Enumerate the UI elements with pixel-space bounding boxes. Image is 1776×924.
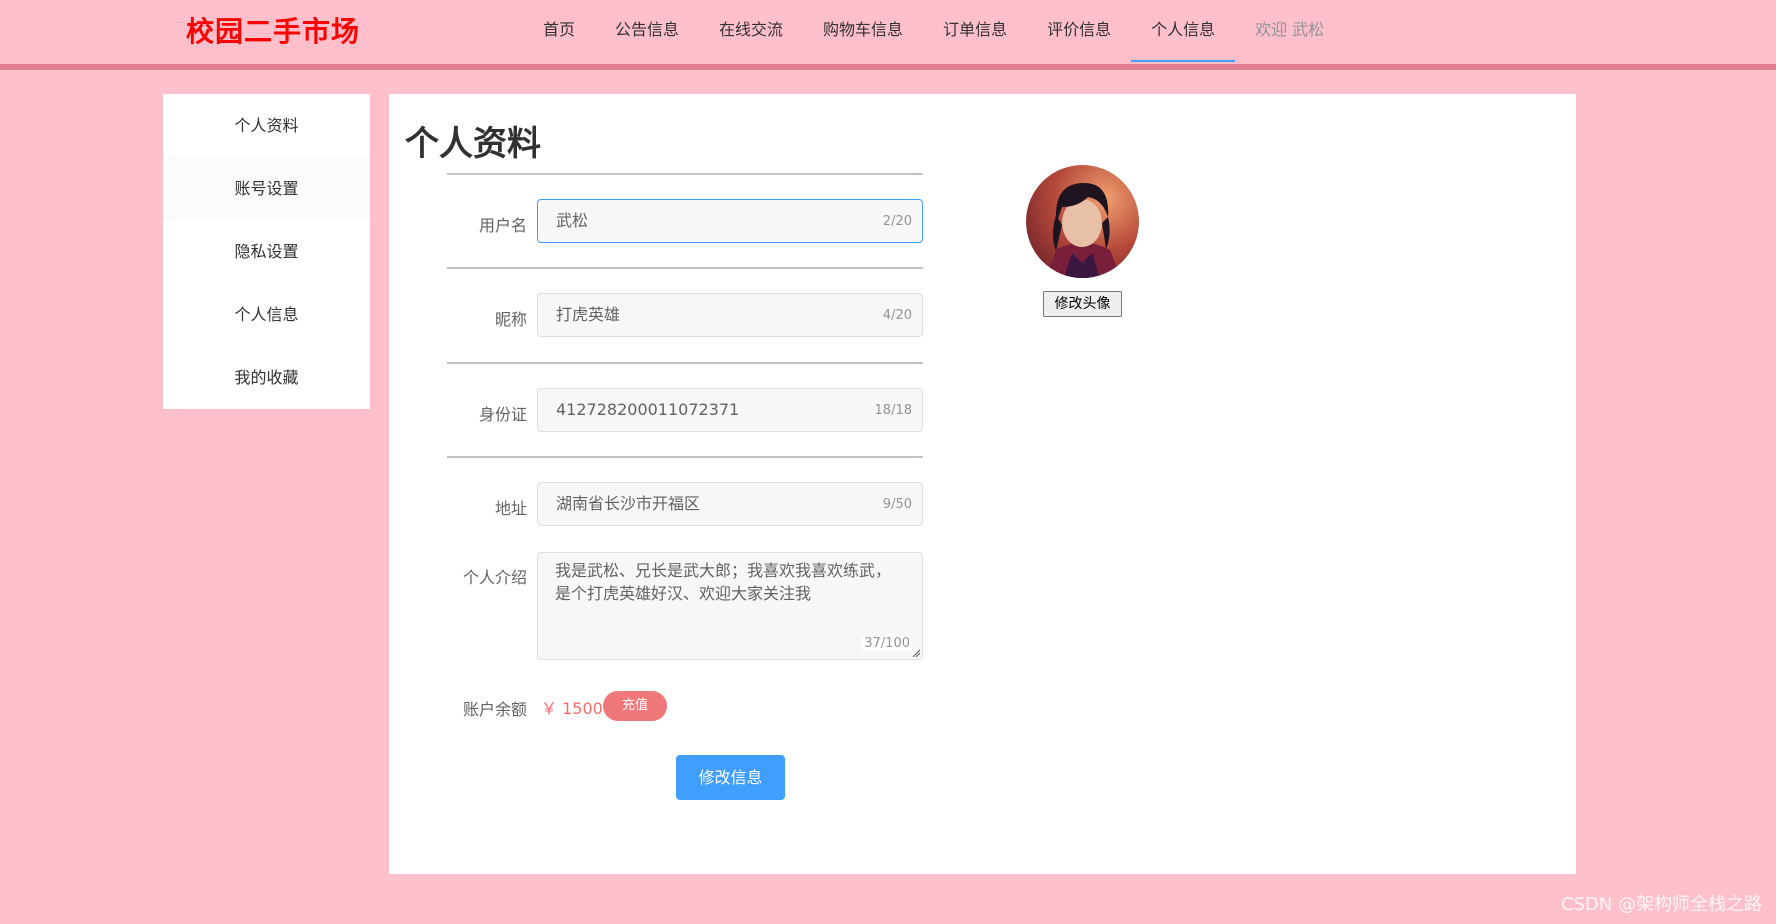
address-value: 湖南省长沙市开福区	[556, 494, 701, 513]
nav-orders[interactable]: 订单信息	[923, 0, 1027, 62]
address-label: 地址	[494, 499, 527, 518]
intro-value: 我是武松、兄长是武大郎；我喜欢我喜欢练武，是个打虎英雄好汉、欢迎大家关注我	[555, 561, 892, 603]
address-input[interactable]: 湖南省长沙市开福区 9/50	[537, 482, 923, 526]
id-card-input[interactable]: 412728200011072371 18/18	[537, 388, 923, 432]
nickname-label: 昵称	[494, 310, 527, 329]
site-logo-text[interactable]: 校园二手市场	[186, 10, 360, 50]
section-divider	[447, 173, 923, 175]
id-card-char-count: 18/18	[874, 403, 912, 418]
nav-announcements[interactable]: 公告信息	[595, 0, 699, 62]
nickname-value: 打虎英雄	[556, 305, 621, 324]
page-title: 个人资料	[405, 124, 541, 164]
nav-reviews[interactable]: 评价信息	[1027, 0, 1131, 62]
section-divider	[447, 456, 923, 458]
section-divider	[447, 362, 923, 364]
change-avatar-button[interactable]: 修改头像	[1043, 291, 1122, 317]
nav-personal-info[interactable]: 个人信息	[1131, 0, 1236, 62]
sidebar-item-personal-info[interactable]: 个人信息	[163, 283, 370, 346]
welcome-user[interactable]: 欢迎 武松	[1235, 0, 1344, 62]
balance-label: 账户余额	[462, 700, 527, 719]
watermark: CSDN @架构师全栈之路	[1560, 894, 1762, 915]
avatar	[1026, 165, 1139, 278]
username-input[interactable]: 武松 2/20	[537, 199, 923, 243]
nav-chat[interactable]: 在线交流	[699, 0, 803, 62]
nickname-char-count: 4/20	[882, 308, 912, 323]
sidebar-menu: 个人资料 账号设置 隐私设置 个人信息 我的收藏	[163, 94, 370, 409]
top-navbar: 校园二手市场 首页 公告信息 在线交流 购物车信息 订单信息 评价信息 个人信息…	[0, 0, 1776, 64]
update-info-button[interactable]: 修改信息	[676, 755, 785, 800]
main-nav: 首页 公告信息 在线交流 购物车信息 订单信息 评价信息 个人信息 欢迎 武松	[523, 0, 1344, 64]
nav-home[interactable]: 首页	[523, 0, 595, 62]
intro-char-count: 37/100	[862, 636, 912, 651]
profile-panel: 个人资料 用户名 武松 2/20 昵称 打虎英雄 4/20 身份证 412728…	[389, 94, 1576, 874]
address-char-count: 9/50	[882, 497, 912, 512]
sidebar-item-privacy-settings[interactable]: 隐私设置	[163, 220, 370, 283]
username-value: 武松	[556, 211, 589, 230]
recharge-button[interactable]: 充值	[603, 691, 667, 721]
sidebar-item-profile[interactable]: 个人资料	[163, 94, 370, 157]
avatar-image	[1026, 165, 1139, 278]
balance-value: ￥ 1500	[541, 699, 603, 718]
nav-cart[interactable]: 购物车信息	[803, 0, 923, 62]
sidebar-item-account-settings[interactable]: 账号设置	[163, 157, 370, 220]
nickname-input[interactable]: 打虎英雄 4/20	[537, 293, 923, 337]
sidebar-item-favorites[interactable]: 我的收藏	[163, 346, 370, 409]
intro-textarea[interactable]: 我是武松、兄长是武大郎；我喜欢我喜欢练武，是个打虎英雄好汉、欢迎大家关注我 37…	[537, 552, 923, 660]
id-card-value: 412728200011072371	[556, 400, 740, 419]
id-card-label: 身份证	[478, 405, 527, 424]
username-char-count: 2/20	[882, 214, 912, 229]
intro-label: 个人介绍	[462, 568, 527, 587]
resize-handle-icon[interactable]	[912, 649, 920, 657]
section-divider	[447, 267, 923, 269]
navbar-divider	[0, 64, 1776, 70]
username-label: 用户名	[478, 216, 527, 235]
